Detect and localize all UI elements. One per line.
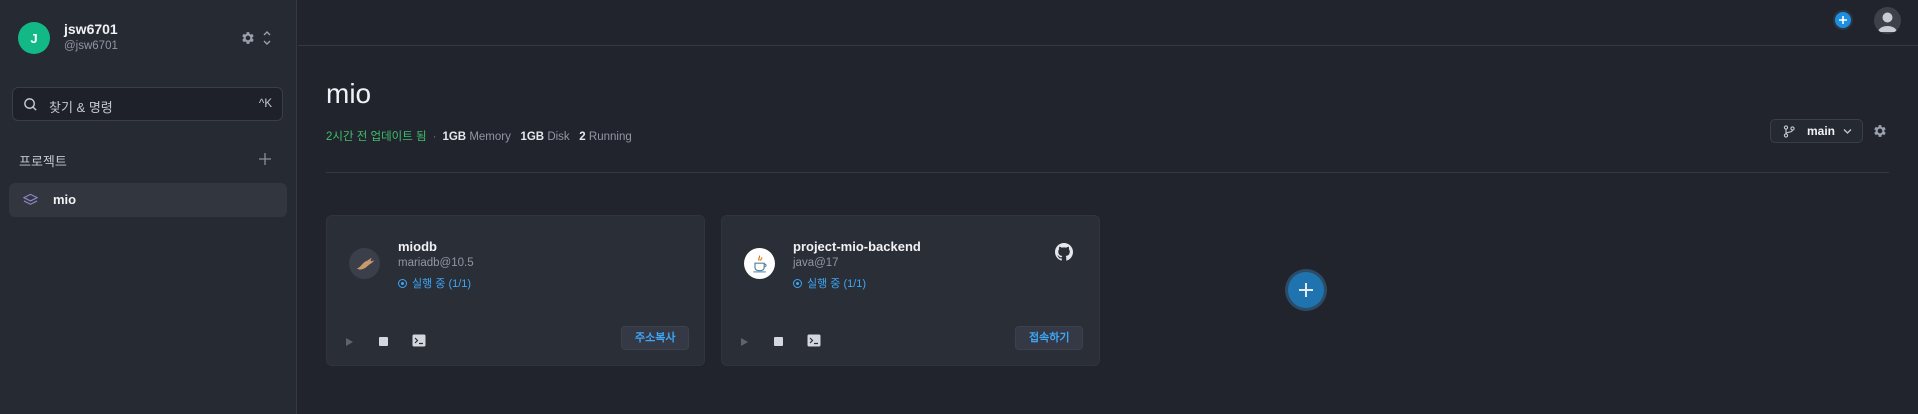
terminal-icon[interactable] <box>412 334 426 347</box>
service-version: mariadb@10.5 <box>398 257 474 269</box>
running-value: 2 <box>579 131 586 143</box>
service-status: 실행 중 (1/1) <box>398 275 471 291</box>
service-status: 실행 중 (1/1) <box>793 275 866 291</box>
running-label: Running <box>588 131 632 143</box>
user-avatar: J <box>18 22 50 54</box>
user-avatar-icon[interactable] <box>1874 7 1901 34</box>
page-title: mio <box>326 78 372 109</box>
branch-selector[interactable]: main <box>1770 119 1863 143</box>
meta-separator: · <box>432 131 437 143</box>
divider <box>326 172 1889 173</box>
sidebar: J jsw6701 @jsw6701 찾기 & 명령 ^K 프로젝트 mio <box>0 0 297 414</box>
chevron-down-icon <box>1843 129 1852 134</box>
disk-value: 1GB <box>520 131 545 143</box>
github-icon[interactable] <box>1055 243 1073 261</box>
plus-circle-icon <box>1299 283 1313 297</box>
plus-circle-icon[interactable] <box>1833 10 1853 30</box>
gear-icon[interactable] <box>240 30 256 46</box>
sidebar-item-mio[interactable]: mio <box>9 183 287 217</box>
updated-time: 2시간 전 업데이트 됨 <box>326 131 427 143</box>
chevron-up-down-icon[interactable] <box>262 29 272 47</box>
search-command-input[interactable]: 찾기 & 명령 ^K <box>12 87 283 121</box>
status-dot-icon <box>398 279 407 288</box>
memory-value: 1GB <box>442 131 467 143</box>
service-version: java@17 <box>793 257 839 269</box>
memory-label: Memory <box>469 131 511 143</box>
search-shortcut: ^K <box>258 98 272 110</box>
stop-icon[interactable] <box>774 337 783 346</box>
status-text: 실행 중 (1/1) <box>412 278 472 290</box>
search-icon <box>24 98 37 111</box>
status-dot-icon <box>793 279 802 288</box>
plus-icon[interactable] <box>258 152 272 166</box>
branch-label: main <box>1807 124 1836 138</box>
java-cup-icon <box>744 248 775 279</box>
layers-icon <box>23 193 38 205</box>
mariadb-seal-icon <box>349 248 380 279</box>
user-handle: @jsw6701 <box>64 40 118 52</box>
terminal-icon[interactable] <box>807 334 821 347</box>
copy-address-button[interactable]: 주소복사 <box>621 326 690 350</box>
gear-icon[interactable] <box>1872 123 1888 139</box>
connect-button[interactable]: 접속하기 <box>1015 326 1084 350</box>
sidebar-item-label: mio <box>53 192 77 207</box>
stop-icon[interactable] <box>379 337 388 346</box>
play-icon[interactable] <box>344 337 354 347</box>
service-card-project-mio-backend[interactable]: project-mio-backend java@17 실행 중 (1/1) 접… <box>721 215 1100 366</box>
disk-label: Disk <box>547 131 570 143</box>
projects-header: 프로젝트 <box>19 154 67 169</box>
user-name: jsw6701 <box>64 21 118 37</box>
play-icon[interactable] <box>739 337 749 347</box>
project-meta: 2시간 전 업데이트 됨 · 1GB Memory 1GB Disk 2 Runni… <box>326 128 632 144</box>
user-switcher[interactable]: J jsw6701 @jsw6701 <box>18 20 280 60</box>
service-name: miodb <box>398 239 437 254</box>
add-service-button[interactable] <box>1288 272 1324 308</box>
service-name: project-mio-backend <box>793 239 921 254</box>
git-branch-icon <box>1783 125 1795 138</box>
status-text: 실행 중 (1/1) <box>807 278 867 290</box>
search-placeholder: 찾기 & 명령 <box>49 100 113 115</box>
service-card-miodb[interactable]: miodb mariadb@10.5 실행 중 (1/1) 주소복사 <box>326 215 705 366</box>
top-bar <box>298 0 1918 46</box>
